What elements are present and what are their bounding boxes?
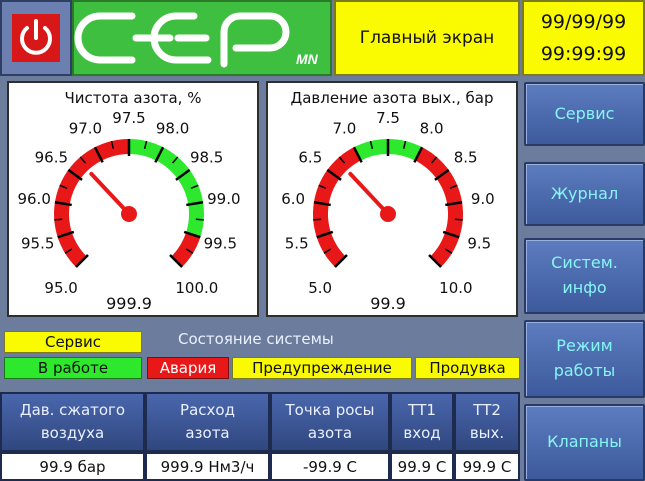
menu-system-info-button[interactable]: Систем. инфо — [524, 238, 645, 314]
gauge-tick-label: 97.5 — [112, 109, 145, 127]
gauge-tick — [454, 218, 463, 221]
gauge-tick-label: 8.5 — [454, 149, 478, 167]
value-compressed-air-pressure: 99.9 бар — [0, 452, 145, 481]
menu-journal-button[interactable]: Журнал — [524, 162, 645, 226]
gauge-tick — [313, 218, 322, 221]
power-button[interactable] — [0, 0, 72, 76]
header-dew-point: Точка росы азота — [270, 392, 390, 452]
value-nitrogen-flow: 999.9 Нм3/ч — [145, 452, 270, 481]
gauge-needle-hub — [121, 206, 137, 222]
status-warning: Предупреждение — [232, 357, 412, 379]
gauge-tick-label: 95.0 — [44, 279, 77, 297]
gauge-purity-panel: Чистота азота, % 95.0 95.5 96.0 96.5 97.0 97.… — [7, 81, 259, 317]
gauge-tick-label: 95.5 — [21, 235, 54, 253]
gauge-tick-label: 6.0 — [281, 190, 305, 208]
header-tt1: ТТ1 вход — [390, 392, 454, 452]
gauge-tick-label: 99.0 — [207, 190, 240, 208]
system-state-label: Состояние системы — [178, 330, 334, 348]
gauge-tick-label: 96.5 — [35, 149, 68, 167]
logo-mn-text: MN — [296, 51, 319, 67]
gauge-pressure-panel: Давление азота вых., бар 5.0 5.5 6.0 6.5 7.0… — [266, 81, 518, 317]
value-tt2: 99.9 С — [454, 452, 520, 481]
power-icon — [12, 14, 60, 62]
status-alarm: Авария — [147, 357, 229, 379]
gauge-needle — [348, 171, 385, 211]
gauge-tick-label: 9.5 — [467, 235, 491, 253]
gauge-tick-label: 96.0 — [17, 190, 50, 208]
gauge-readout: 99.9 — [370, 294, 406, 313]
header-compressed-air-pressure: Дав. сжатого воздуха — [0, 392, 145, 452]
gauge-tick-label: 5.5 — [285, 235, 309, 253]
screen-title: Главный экран — [334, 0, 520, 76]
gauge-tick-label: 9.0 — [471, 190, 495, 208]
value-tt1: 99.9 С — [390, 452, 454, 481]
gauge-pressure: 5.0 5.5 6.0 6.5 7.0 7.5 8.0 8.5 9.0 9.5 10.0 99.9 — [281, 109, 495, 313]
menu-service-button[interactable]: Сервис — [524, 82, 645, 146]
gauge-readout: 999.9 — [106, 294, 152, 313]
gauge-tick-label: 8.0 — [420, 119, 444, 137]
gauge-tick-label: 6.5 — [298, 149, 322, 167]
gauge-tick-label: 10.0 — [439, 279, 472, 297]
gauge-tick-label: 7.5 — [376, 109, 400, 127]
gauge-tick-label: 97.0 — [69, 119, 102, 137]
company-logo: MN — [72, 0, 332, 76]
gauge-tick — [54, 218, 63, 221]
time-text: 99:99:99 — [540, 42, 627, 65]
date-text: 99/99/99 — [540, 11, 627, 34]
gauge-tick-label: 98.5 — [190, 149, 223, 167]
gauge-tick-label: 7.0 — [332, 119, 356, 137]
gauge-purity: 95.0 95.5 96.0 96.597.0 97.5 98.098.5 99.0 99.5… — [17, 109, 240, 313]
gauge-needle — [89, 171, 126, 211]
status-purge: Продувка — [415, 357, 520, 379]
header-nitrogen-flow: Расход азота — [145, 392, 270, 452]
gauge-tick-label: 5.0 — [308, 279, 332, 297]
gauge-tick-label: 99.5 — [204, 235, 237, 253]
gauge-tick-label: 100.0 — [175, 279, 218, 297]
status-running: В работе — [4, 357, 142, 379]
menu-operating-mode-button[interactable]: Режим работы — [524, 320, 645, 398]
header-tt2: ТТ2 вых. — [454, 392, 520, 452]
gauge-tick-label: 98.0 — [156, 119, 189, 137]
gauge-needle-hub — [380, 206, 396, 222]
value-dew-point: -99.9 С — [270, 452, 390, 481]
date-time: 99/99/99 99:99:99 — [522, 0, 645, 76]
status-service: Сервис — [4, 331, 142, 353]
menu-valves-button[interactable]: Клапаны — [524, 404, 645, 481]
gauge-tick — [195, 218, 204, 221]
